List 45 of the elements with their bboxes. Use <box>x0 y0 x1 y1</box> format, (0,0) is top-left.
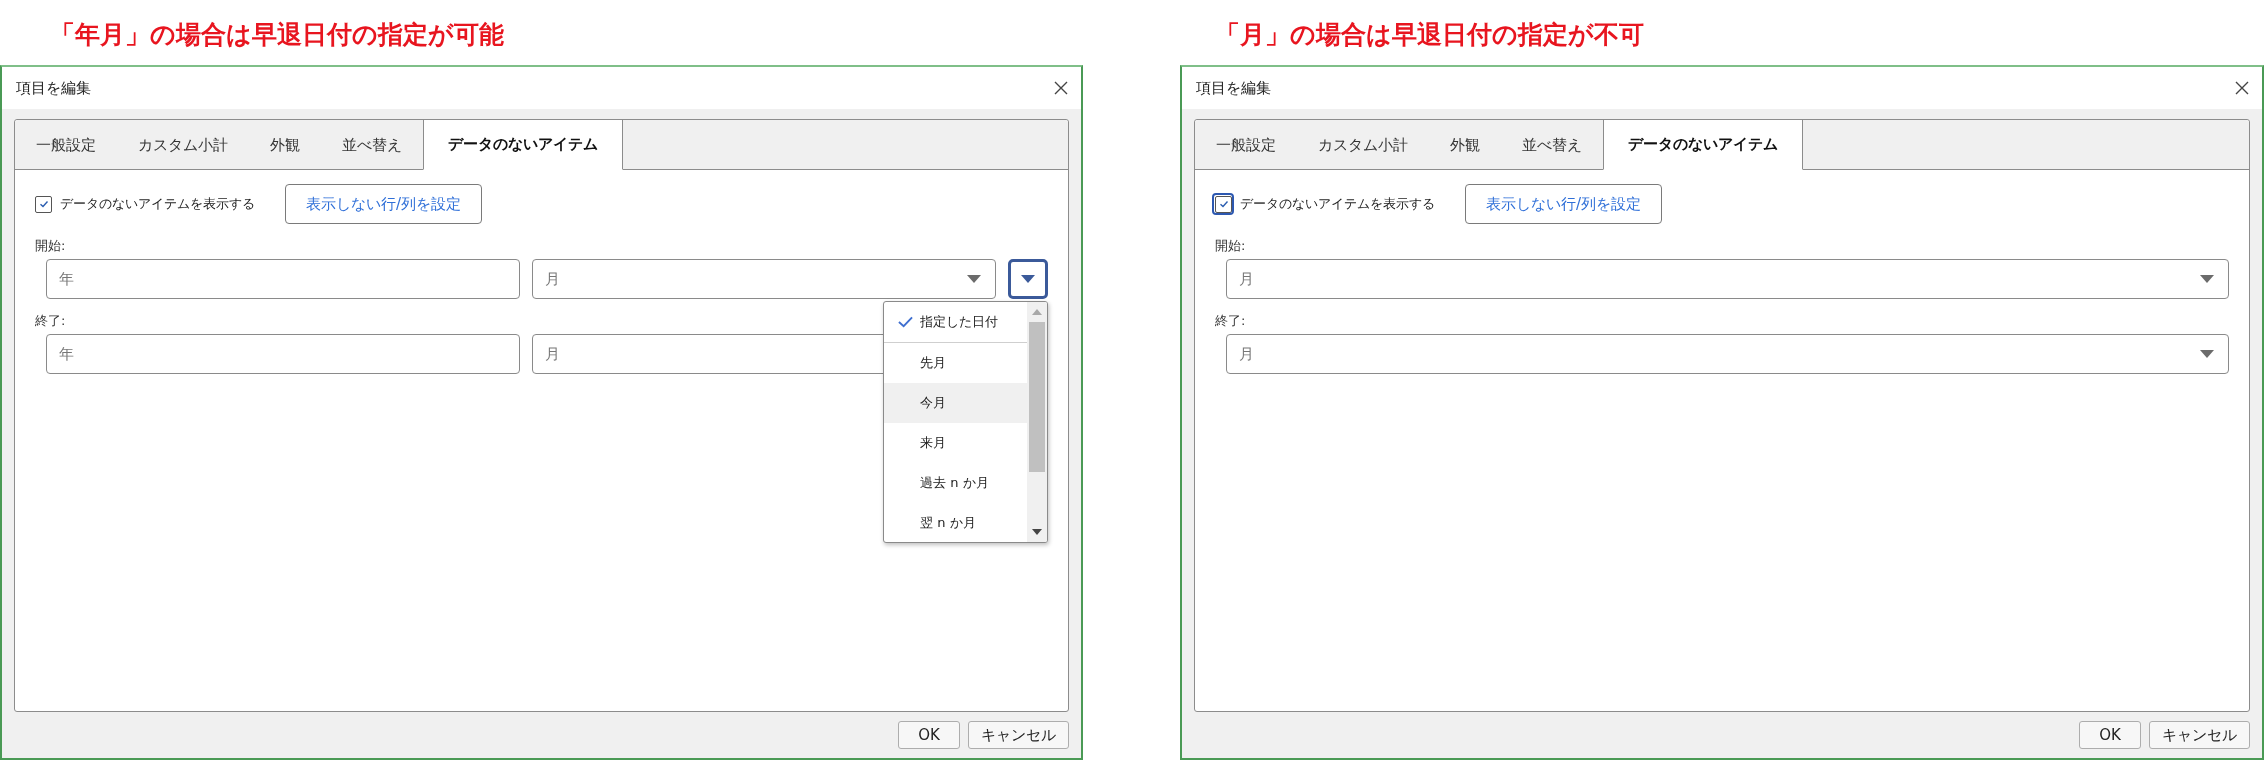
caret-icon <box>2200 350 2214 358</box>
tab[interactable]: 外観 <box>1429 120 1501 170</box>
month-dropdown[interactable]: 月 <box>1226 259 2229 299</box>
field-label: 終了: <box>1215 312 1246 330</box>
close-icon[interactable] <box>1053 80 1069 96</box>
checkbox-label: データのないアイテムを表示する <box>1240 195 1435 213</box>
menu-item[interactable]: 過去 n か月 <box>884 463 1027 503</box>
tab[interactable]: データのないアイテム <box>423 120 623 170</box>
caption-heading: 「年月」の場合は早退日付の指定が可能 <box>49 19 505 51</box>
month-dropdown[interactable]: 月 <box>532 259 996 299</box>
scrollbar[interactable] <box>1027 302 1047 542</box>
tab[interactable]: 外観 <box>249 120 321 170</box>
dialog-button[interactable]: OK <box>2079 721 2141 749</box>
year-field[interactable]: 年 <box>46 259 520 299</box>
menu-item[interactable]: 今月 <box>884 383 1027 423</box>
dialog-button[interactable]: キャンセル <box>2149 721 2250 749</box>
field-label: 開始: <box>1215 237 1246 255</box>
hidden-rows-button[interactable]: 表示しない行/列を設定 <box>285 184 483 224</box>
checkbox-label: データのないアイテムを表示する <box>60 195 255 213</box>
scroll-down-icon[interactable] <box>1032 529 1042 535</box>
field-label: 開始: <box>35 237 66 255</box>
check-icon <box>897 316 913 328</box>
year-field[interactable]: 年 <box>46 334 520 374</box>
month-dropdown[interactable]: 月 <box>1226 334 2229 374</box>
tab[interactable]: カスタム小計 <box>117 120 249 170</box>
tab[interactable]: 一般設定 <box>15 120 117 170</box>
menu-item[interactable]: 翌 n か月 <box>884 503 1027 542</box>
caret-icon <box>967 275 981 283</box>
tab[interactable]: 並べ替え <box>1501 120 1603 170</box>
tab[interactable]: 並べ替え <box>321 120 423 170</box>
dialog-button[interactable]: OK <box>898 721 960 749</box>
caret-icon <box>2200 275 2214 283</box>
dropdown-button[interactable] <box>1008 259 1048 299</box>
caret-icon <box>1021 275 1035 283</box>
tab[interactable]: データのないアイテム <box>1603 120 1803 170</box>
field-label: 終了: <box>35 312 66 330</box>
close-icon[interactable] <box>2234 80 2250 96</box>
hidden-rows-button[interactable]: 表示しない行/列を設定 <box>1465 184 1663 224</box>
caption-heading: 「月」の場合は早退日付の指定が不可 <box>1214 19 1645 51</box>
tab[interactable]: 一般設定 <box>1195 120 1297 170</box>
dialog-title: 項目を編集 <box>16 78 91 98</box>
dialog-title: 項目を編集 <box>1196 78 1271 98</box>
tab[interactable]: カスタム小計 <box>1297 120 1429 170</box>
menu-item[interactable]: 来月 <box>884 423 1027 463</box>
dialog-button[interactable]: キャンセル <box>968 721 1069 749</box>
